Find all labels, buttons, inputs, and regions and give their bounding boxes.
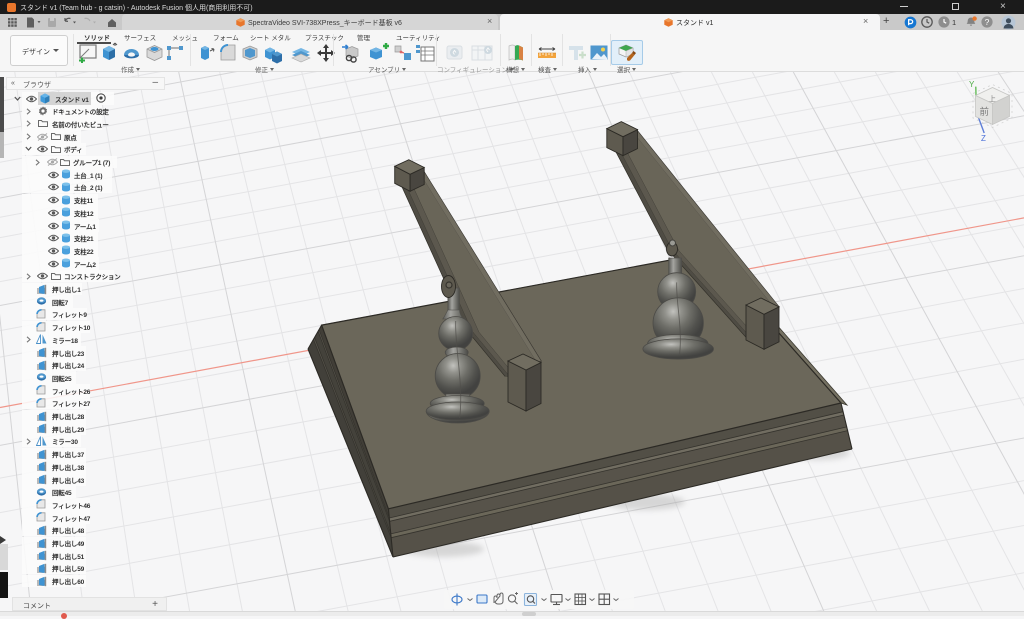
svg-text:Y: Y bbox=[969, 80, 975, 89]
svg-text:上: 上 bbox=[989, 95, 997, 104]
svg-text:Z: Z bbox=[981, 134, 986, 143]
svg-text:?: ? bbox=[985, 17, 990, 27]
svg-text:前: 前 bbox=[980, 106, 990, 118]
